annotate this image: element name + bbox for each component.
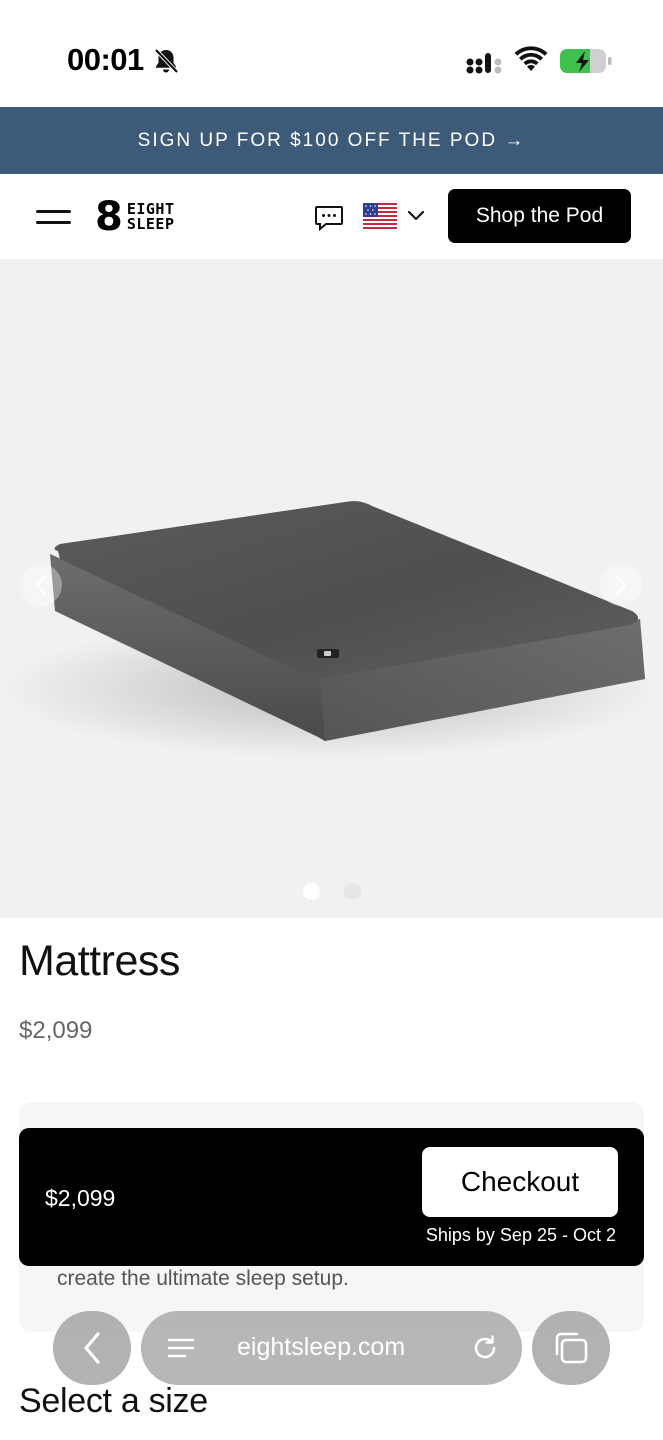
- browser-back-button[interactable]: [53, 1311, 131, 1385]
- reload-icon[interactable]: [471, 1334, 499, 1362]
- checkout-price: $2,099: [45, 1185, 116, 1211]
- wifi-icon: [514, 46, 548, 71]
- status-bar: 00:01: [0, 0, 663, 107]
- reader-menu-icon[interactable]: [167, 1337, 195, 1359]
- tabs-button[interactable]: [532, 1311, 610, 1385]
- url-text: eightsleep.com: [237, 1333, 406, 1361]
- product-title: Mattress: [19, 937, 180, 985]
- mattress-image: [0, 501, 660, 759]
- bell-slash-icon: [154, 48, 179, 74]
- logo-mark: 8: [95, 194, 123, 240]
- back-arrow-icon: [84, 1332, 100, 1364]
- address-bar[interactable]: eightsleep.com: [141, 1311, 522, 1385]
- shop-the-pod-button[interactable]: Shop the Pod: [448, 189, 631, 243]
- chevron-right-icon: [616, 575, 627, 595]
- tabs-icon: [555, 1332, 588, 1364]
- carousel-dot-2[interactable]: [343, 883, 361, 900]
- chevron-down-icon[interactable]: [407, 208, 425, 222]
- chevron-left-icon: [35, 575, 46, 595]
- carousel-prev-button[interactable]: [20, 564, 62, 606]
- battery-charging-icon: [560, 49, 612, 73]
- promo-banner[interactable]: SIGN UP FOR $100 OFF THE POD →: [0, 107, 663, 174]
- product-price: $2,099: [19, 1017, 93, 1044]
- signal-icon: [466, 53, 502, 74]
- select-size-heading: Select a size: [19, 1382, 208, 1420]
- logo-word-2: SLEEP: [126, 215, 175, 233]
- status-time: 00:01: [67, 42, 144, 77]
- shipping-estimate: Ships by Sep 25 - Oct 2: [425, 1225, 616, 1245]
- product-carousel[interactable]: [0, 259, 663, 918]
- us-flag-icon[interactable]: [363, 203, 397, 229]
- logo[interactable]: 8 EIGHT SLEEP: [95, 194, 175, 240]
- carousel-dot-1[interactable]: [302, 883, 320, 900]
- carousel-dots: [0, 883, 663, 900]
- checkout-button[interactable]: Checkout: [422, 1147, 618, 1217]
- logo-wordmark: EIGHT SLEEP: [127, 202, 175, 232]
- info-card-text: create the ultimate sleep setup.: [57, 1267, 349, 1290]
- nav-bar: 8 EIGHT SLEEP Shop the Pod: [0, 174, 663, 259]
- checkout-bar: $2,099 Checkout Ships by Sep 25 - Oct 2: [19, 1128, 644, 1266]
- menu-icon[interactable]: [36, 206, 72, 228]
- chat-icon[interactable]: [314, 204, 344, 232]
- carousel-next-button[interactable]: [600, 564, 642, 606]
